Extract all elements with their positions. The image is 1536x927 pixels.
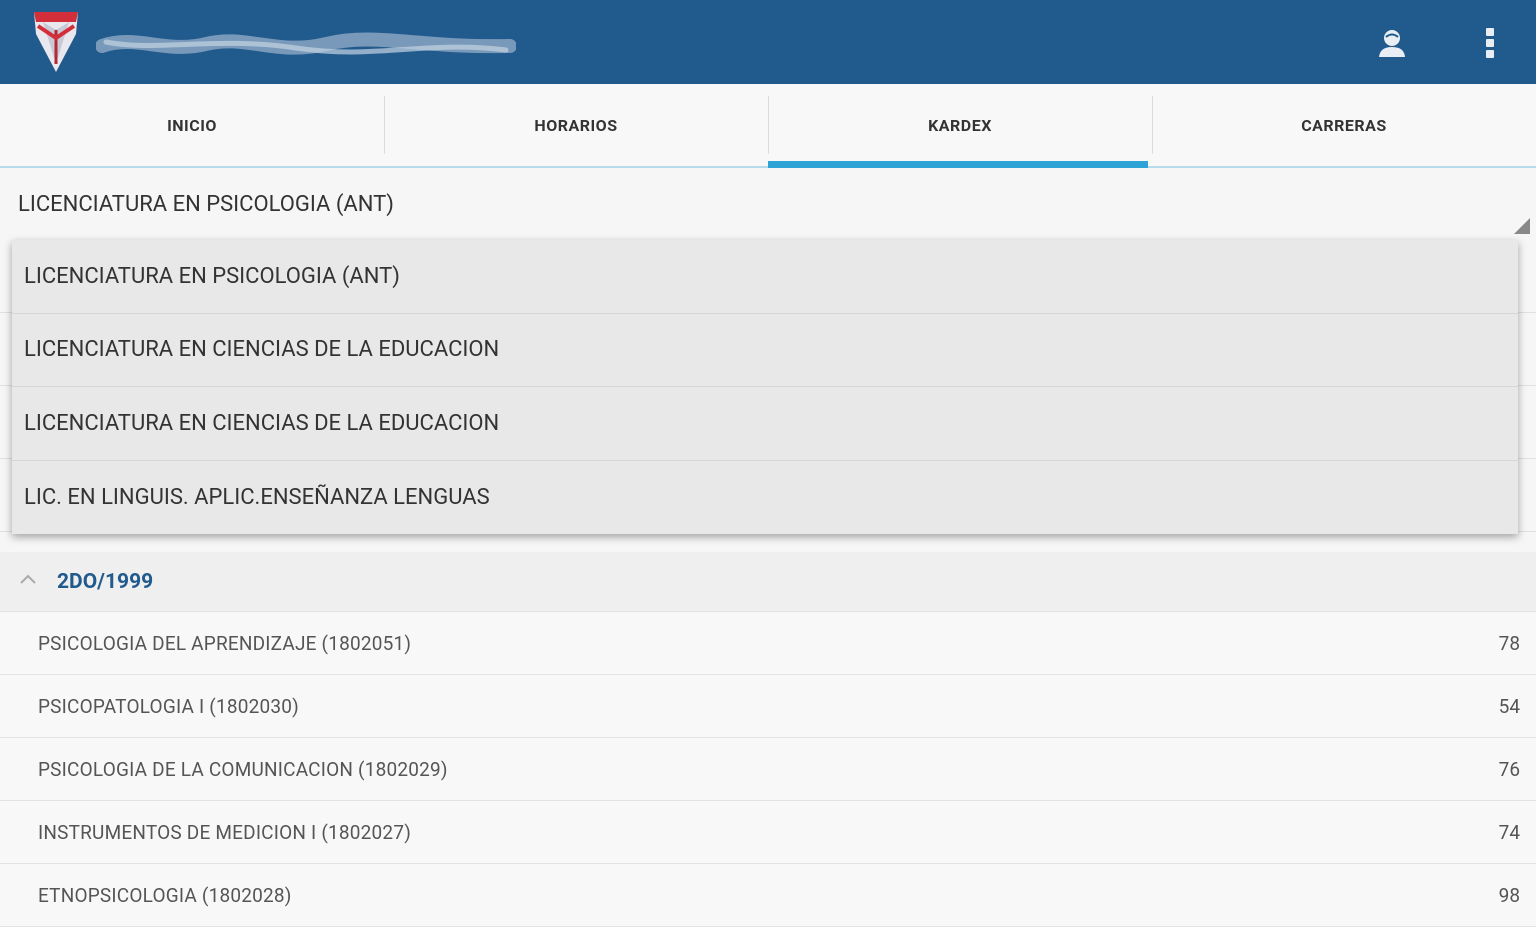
subject-grade: 74: [1498, 821, 1520, 844]
dropdown-option[interactable]: LIC. EN LINGUIS. APLIC.ENSEÑANZA LENGUAS: [12, 461, 1518, 535]
tab-bar: INICIO HORARIOS KARDEX CARRERAS: [0, 84, 1536, 168]
subject-grade: 78: [1498, 632, 1520, 655]
user-button[interactable]: [1364, 18, 1420, 68]
redacted-username: [96, 32, 516, 55]
spinner-dropdown-icon: [1514, 218, 1530, 234]
subject-grade: 98: [1498, 884, 1520, 907]
dropdown-option[interactable]: LICENCIATURA EN PSICOLOGIA (ANT): [12, 240, 1518, 314]
table-row[interactable]: PSICOLOGIA DE LA COMUNICACION (1802029) …: [0, 738, 1536, 801]
subject-grade: 76: [1498, 758, 1520, 781]
user-icon: [1379, 30, 1405, 57]
subject-name: INSTRUMENTOS DE MEDICION I (1802027): [38, 821, 412, 844]
semester-title: 2DO/1999: [57, 570, 154, 594]
dropdown-option[interactable]: LICENCIATURA EN CIENCIAS DE LA EDUCACION: [12, 314, 1518, 387]
action-bar: [0, 0, 1536, 84]
semester-group-header[interactable]: 2DO/1999: [0, 552, 1536, 612]
tab-horarios[interactable]: HORARIOS: [384, 84, 768, 166]
overflow-menu-button[interactable]: [1462, 18, 1518, 68]
table-row[interactable]: ETNOPSICOLOGIA (1802028) 98: [0, 864, 1536, 927]
tab-carreras[interactable]: CARRERAS: [1152, 84, 1536, 166]
table-row[interactable]: PSICOLOGIA DEL APRENDIZAJE (1802051) 78: [0, 612, 1536, 675]
chevron-up-icon: [20, 574, 36, 584]
subject-list: PSICOLOGIA DEL APRENDIZAJE (1802051) 78 …: [0, 612, 1536, 927]
career-spinner[interactable]: LICENCIATURA EN PSICOLOGIA (ANT): [0, 168, 1536, 240]
career-dropdown-list: LICENCIATURA EN PSICOLOGIA (ANT) LICENCI…: [12, 240, 1518, 534]
spinner-selected-value: LICENCIATURA EN PSICOLOGIA (ANT): [18, 192, 394, 217]
table-row[interactable]: INSTRUMENTOS DE MEDICION I (1802027) 74: [0, 801, 1536, 864]
subject-grade: 54: [1498, 695, 1520, 718]
subject-name: PSICOPATOLOGIA I (1802030): [38, 695, 299, 718]
more-vert-icon: [1486, 28, 1494, 58]
table-row[interactable]: PSICOPATOLOGIA I (1802030) 54: [0, 675, 1536, 738]
subject-name: PSICOLOGIA DE LA COMUNICACION (1802029): [38, 758, 448, 781]
tab-inicio[interactable]: INICIO: [0, 84, 384, 166]
dropdown-option[interactable]: LICENCIATURA EN CIENCIAS DE LA EDUCACION: [12, 387, 1518, 461]
university-shield-logo[interactable]: [30, 8, 82, 74]
subject-name: PSICOLOGIA DEL APRENDIZAJE (1802051): [38, 632, 412, 655]
tab-kardex[interactable]: KARDEX: [768, 84, 1152, 168]
subject-name: ETNOPSICOLOGIA (1802028): [38, 884, 292, 907]
